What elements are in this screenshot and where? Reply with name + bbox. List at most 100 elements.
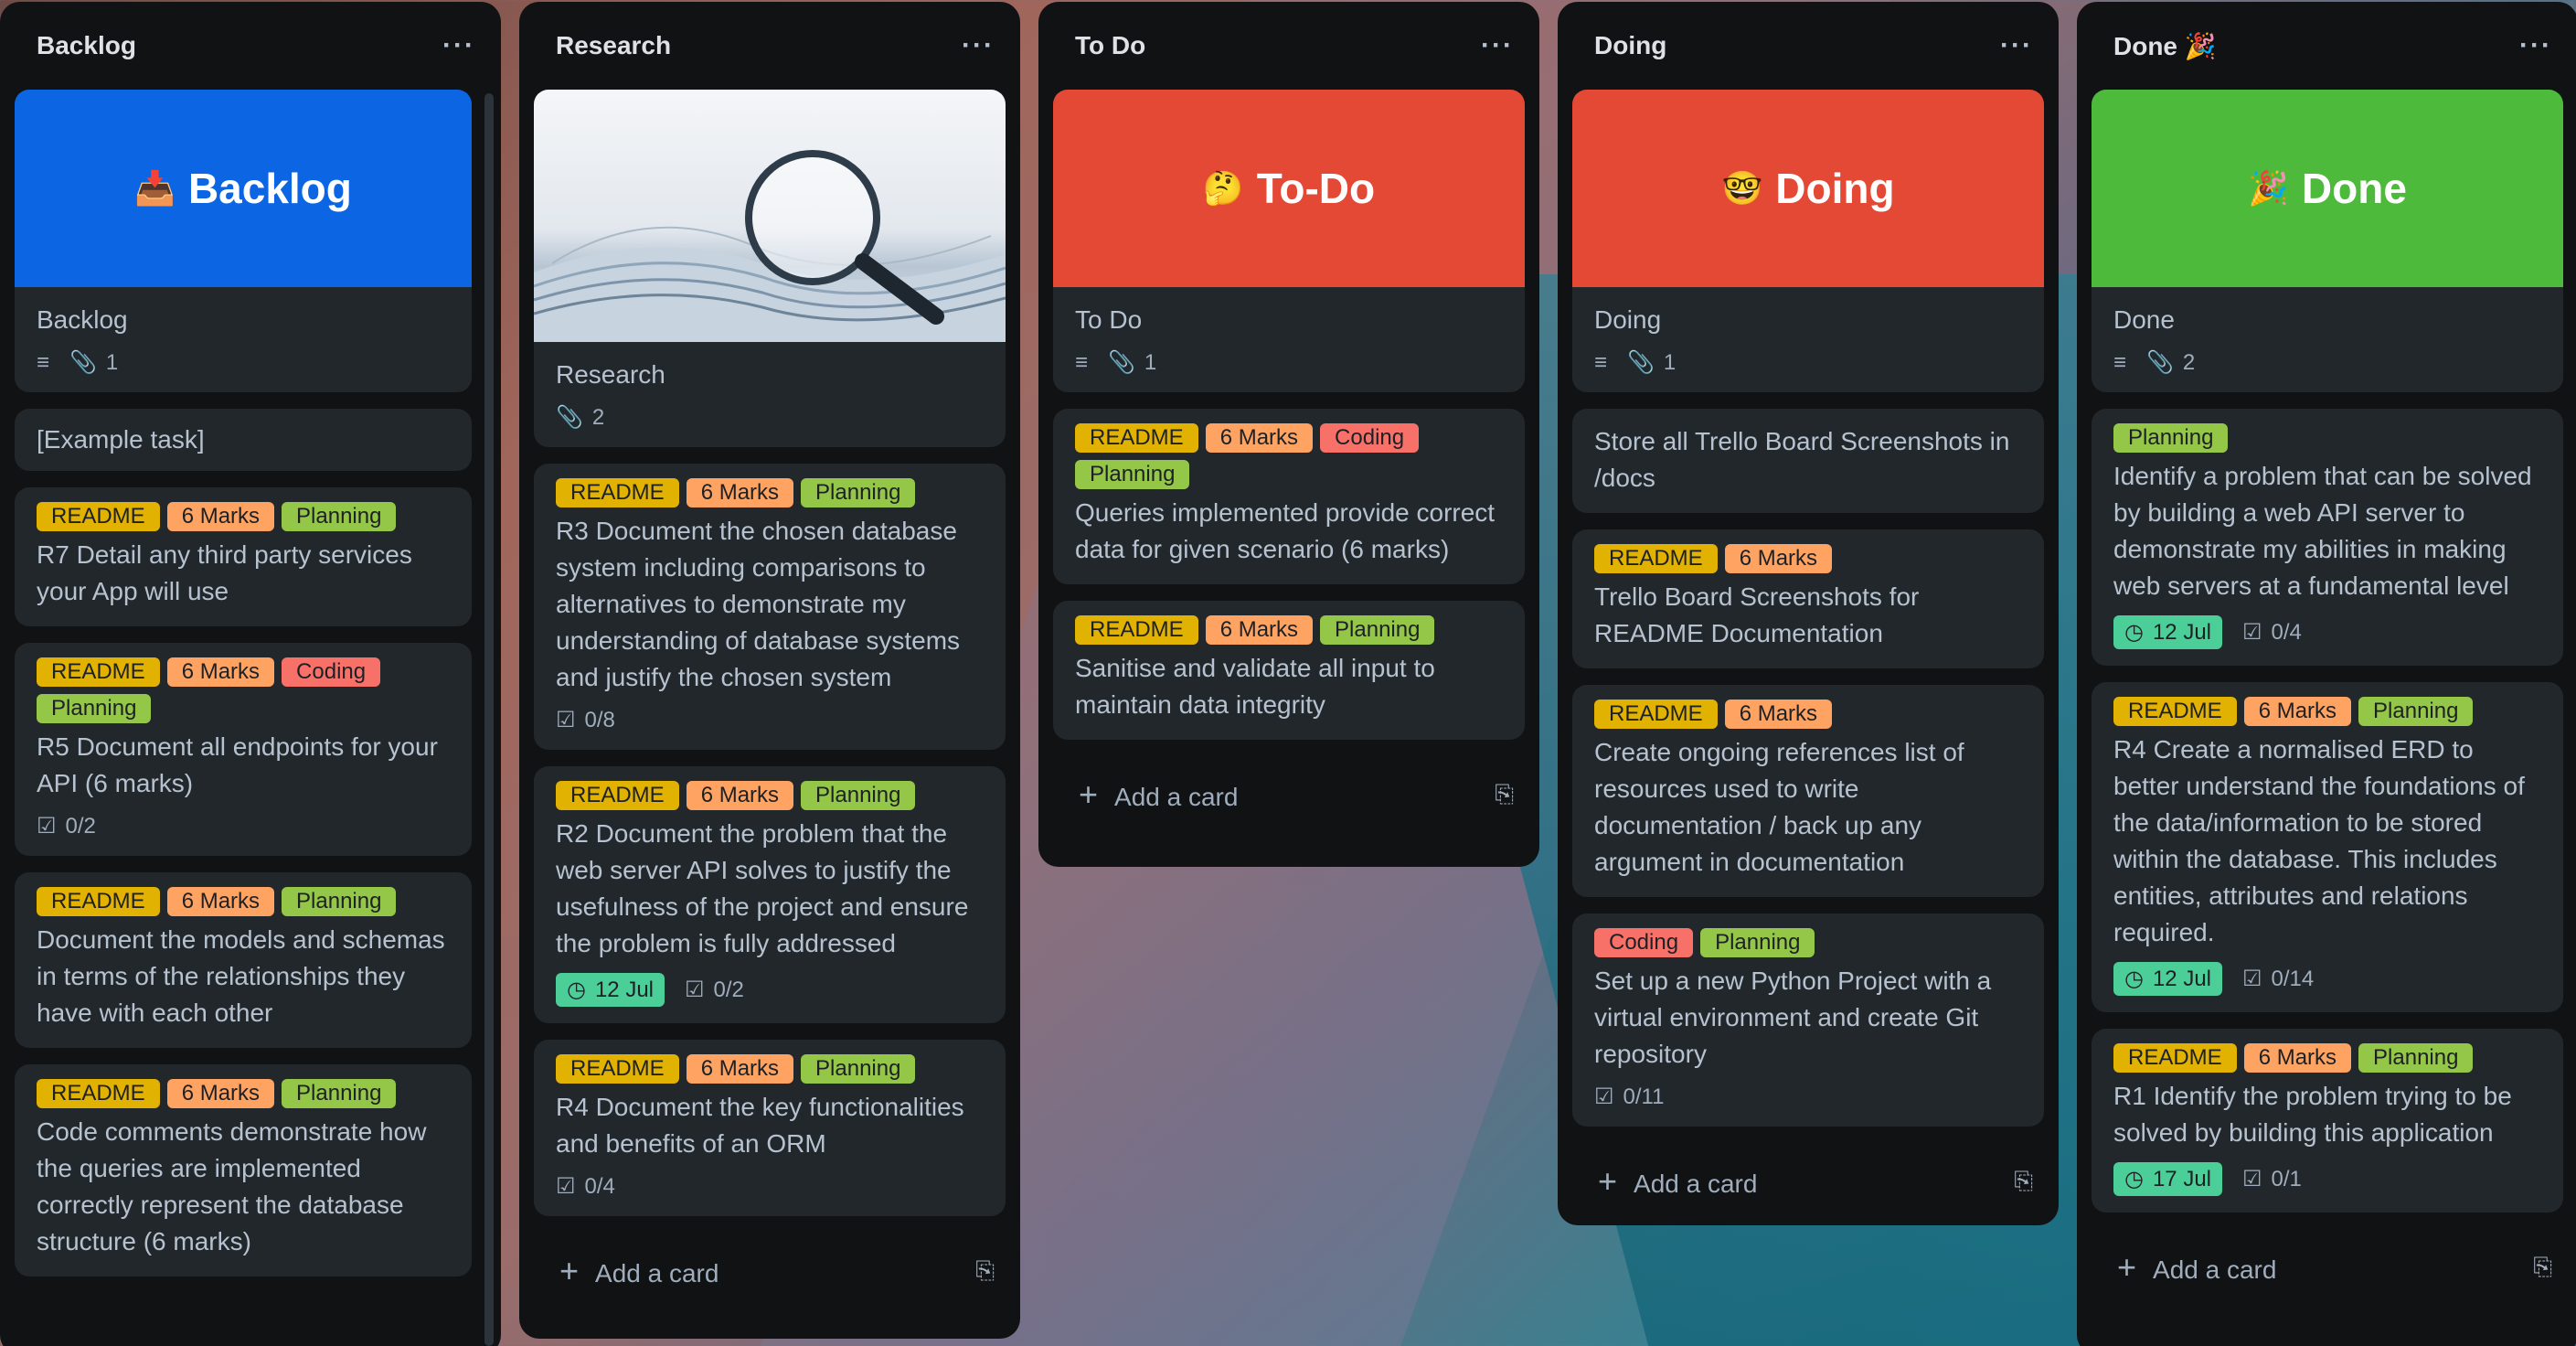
checklist-badge: ☑ 0/8 <box>556 707 615 733</box>
card[interactable]: README 6 Marks Planning Sanitise and val… <box>1053 601 1525 740</box>
magnifier-books-image <box>534 90 1006 342</box>
add-card-button[interactable]: + Add a card ⎘ <box>2092 1229 2563 1306</box>
list-scrollbar[interactable] <box>484 93 494 1346</box>
checkbox-icon: ☑ <box>556 708 576 732</box>
card[interactable]: README 6 Marks Planning Document the mod… <box>15 872 472 1048</box>
card-title: R7 Detail any third party services your … <box>37 540 412 605</box>
card-title: Code comments demonstrate how the querie… <box>37 1117 427 1255</box>
card[interactable]: README 6 Marks Planning R3 Document the … <box>534 464 1006 750</box>
card-title: Create ongoing references list of resour… <box>1594 738 1964 876</box>
list-header[interactable]: Research ··· <box>534 2 1006 90</box>
list-menu-icon[interactable]: ··· <box>2000 30 2033 61</box>
label-marks: 6 Marks <box>166 502 275 531</box>
list-header[interactable]: Done 🎉 ··· <box>2092 2 2563 90</box>
due-date-badge[interactable]: ◷ 12 Jul <box>556 973 665 1007</box>
due-date-badge[interactable]: ◷ 12 Jul <box>2113 615 2222 649</box>
paperclip-icon: 📎 <box>1108 350 1135 375</box>
list-menu-icon[interactable]: ··· <box>1481 30 1514 61</box>
card-title: To Do <box>1075 305 1143 334</box>
list-menu-icon[interactable]: ··· <box>2519 30 2552 61</box>
attachment-badge: 📎 2 <box>556 404 605 431</box>
list-title[interactable]: To Do <box>1075 31 1145 60</box>
card[interactable]: Store all Trello Board Screenshots in /d… <box>1572 409 2044 513</box>
plus-icon: + <box>1598 1162 1618 1200</box>
card[interactable]: README 6 Marks Planning R7 Detail any th… <box>15 487 472 626</box>
label-marks: 6 Marks <box>166 657 275 687</box>
add-card-button[interactable]: + Add a card ⎘ <box>1572 1143 2044 1220</box>
add-card-button[interactable]: + Add a card ⎘ <box>534 1233 1006 1309</box>
label-readme: README <box>1594 700 1718 729</box>
list-header[interactable]: Doing ··· <box>1572 2 2044 90</box>
label-readme: README <box>37 657 160 687</box>
card[interactable]: README 6 Marks Planning R4 Document the … <box>534 1040 1006 1216</box>
card-title: R2 Document the problem that the web ser… <box>556 819 969 957</box>
card-template-icon[interactable]: ⎘ <box>2533 1253 2552 1282</box>
list-title[interactable]: Done 🎉 <box>2113 31 2217 61</box>
list-menu-icon[interactable]: ··· <box>442 30 475 61</box>
label-marks: 6 Marks <box>166 887 275 916</box>
card-title: Done <box>2113 305 2175 334</box>
card[interactable]: README 6 Marks Planning R1 Identify the … <box>2092 1029 2563 1212</box>
card[interactable]: README 6 Marks Planning Code comments de… <box>15 1064 472 1277</box>
add-card-button[interactable]: + Add a card ⎘ <box>1053 756 1525 833</box>
paperclip-icon: 📎 <box>2146 350 2174 375</box>
card[interactable]: README 6 Marks Coding Planning R5 Docume… <box>15 643 472 856</box>
label-planning: Planning <box>1700 928 1815 957</box>
label-readme: README <box>1594 544 1718 573</box>
card[interactable]: [Example task] <box>15 409 472 471</box>
card-research-cover[interactable]: Research 📎 2 <box>534 90 1006 447</box>
card-template-icon[interactable]: ⎘ <box>2014 1167 2033 1196</box>
label-planning: Planning <box>37 694 152 723</box>
card-backlog-cover[interactable]: 📥 Backlog Backlog ≡ 📎 1 <box>15 90 472 392</box>
list-doing: Doing ··· 🤓 Doing Doing ≡ 📎 1 Store all T… <box>1558 2 2059 1225</box>
card-doing-cover[interactable]: 🤓 Doing Doing ≡ 📎 1 <box>1572 90 2044 392</box>
list-header[interactable]: To Do ··· <box>1053 2 1525 90</box>
due-date-badge[interactable]: ◷ 12 Jul <box>2113 962 2222 996</box>
list-title[interactable]: Doing <box>1594 31 1666 60</box>
card[interactable]: Coding Planning Set up a new Python Proj… <box>1572 913 2044 1127</box>
label-readme: README <box>1075 615 1198 645</box>
card[interactable]: Planning Identify a problem that can be … <box>2092 409 2563 666</box>
thinking-face-icon: 🤔 <box>1202 169 1244 207</box>
card-title: [Example task] <box>37 425 205 454</box>
checklist-badge: ☑ 0/4 <box>2242 619 2302 646</box>
checkbox-icon: ☑ <box>1594 1084 1614 1109</box>
card-template-icon[interactable]: ⎘ <box>1495 780 1514 809</box>
card-title: Document the models and schemas in terms… <box>37 925 445 1027</box>
label-marks: 6 Marks <box>686 1054 794 1084</box>
label-marks: 6 Marks <box>1724 700 1833 729</box>
label-marks: 6 Marks <box>1724 544 1833 573</box>
label-planning: Planning <box>282 887 397 916</box>
cover-text: Done <box>2301 165 2407 212</box>
list-menu-icon[interactable]: ··· <box>962 30 995 61</box>
card-done-cover[interactable]: 🎉 Done Done ≡ 📎 2 <box>2092 90 2563 392</box>
card-todo-cover[interactable]: 🤔 To-Do To Do ≡ 📎 1 <box>1053 90 1525 392</box>
card[interactable]: README 6 Marks Create ongoing references… <box>1572 685 2044 897</box>
description-icon: ≡ <box>37 349 50 375</box>
clock-icon: ◷ <box>567 977 586 1002</box>
list-title[interactable]: Research <box>556 31 671 60</box>
label-marks: 6 Marks <box>2243 1043 2352 1073</box>
card-cover: 🎉 Done <box>2092 90 2563 287</box>
label-planning: Planning <box>282 502 397 531</box>
card[interactable]: README 6 Marks Planning R2 Document the … <box>534 766 1006 1023</box>
label-marks: 6 Marks <box>1205 423 1314 453</box>
checklist-badge: ☑ 0/14 <box>2242 966 2315 992</box>
card-template-icon[interactable]: ⎘ <box>975 1256 995 1286</box>
clock-icon: ◷ <box>2124 967 2144 991</box>
list-backlog: Backlog ··· 📥 Backlog Backlog ≡ 📎 1 [Exam… <box>0 2 501 1346</box>
card[interactable]: README 6 Marks Planning R4 Create a norm… <box>2092 682 2563 1012</box>
card[interactable]: README 6 Marks Coding Planning Queries i… <box>1053 409 1525 584</box>
nerd-face-icon: 🤓 <box>1721 169 1763 207</box>
cover-text: To-Do <box>1256 165 1376 212</box>
card[interactable]: README 6 Marks Trello Board Screenshots … <box>1572 529 2044 668</box>
list-title[interactable]: Backlog <box>37 31 136 60</box>
label-readme: README <box>556 781 679 810</box>
label-readme: README <box>37 887 160 916</box>
due-date-badge[interactable]: ◷ 17 Jul <box>2113 1162 2222 1196</box>
list-header[interactable]: Backlog ··· <box>15 2 486 90</box>
card-title: Doing <box>1594 305 1662 334</box>
list-done: Done 🎉 ··· 🎉 Done Done ≡ 📎 2 Planning Ide… <box>2077 2 2576 1346</box>
clock-icon: ◷ <box>2124 620 2144 645</box>
attachment-badge: 📎 1 <box>1627 349 1677 376</box>
